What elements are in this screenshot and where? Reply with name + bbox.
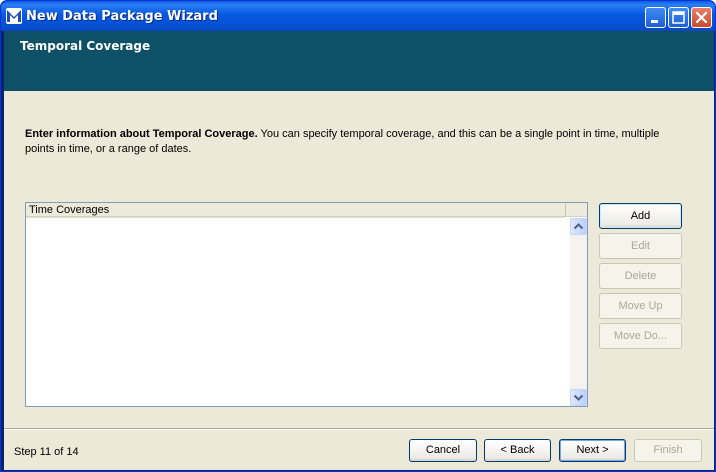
minimize-icon[interactable]	[645, 7, 666, 28]
delete-button[interactable]: Delete	[599, 263, 682, 289]
instructions-bold: Enter information about Temporal Coverag…	[25, 128, 258, 140]
finish-button[interactable]: Finish	[634, 439, 702, 462]
step-indicator: Step 11 of 14	[14, 446, 79, 458]
back-button[interactable]: < Back	[484, 439, 551, 462]
cancel-button[interactable]: Cancel	[409, 439, 477, 462]
table-body[interactable]	[26, 218, 570, 406]
add-button[interactable]: Add	[599, 203, 682, 229]
column-header-time-coverages[interactable]: Time Coverages	[26, 203, 566, 219]
title-bar[interactable]: New Data Package Wizard	[1, 1, 715, 31]
window-title: New Data Package Wizard	[26, 9, 218, 24]
step-header: Temporal Coverage	[4, 31, 714, 91]
vertical-scrollbar[interactable]	[570, 218, 587, 406]
move-up-button[interactable]: Move Up	[599, 293, 682, 319]
scroll-up-button[interactable]	[570, 218, 587, 235]
edit-button[interactable]: Edit	[599, 233, 682, 259]
wizard-client-area: Temporal Coverage Enter information abou…	[4, 31, 714, 470]
wizard-window: New Data Package Wizard Temporal Coverag…	[0, 0, 716, 472]
table-header: Time Coverages	[26, 203, 587, 219]
app-icon	[6, 8, 22, 24]
step-title: Temporal Coverage	[20, 39, 151, 53]
footer-separator	[4, 428, 714, 430]
maximize-icon[interactable]	[668, 7, 689, 28]
move-down-button[interactable]: Move Do...	[599, 323, 682, 349]
next-button[interactable]: Next >	[559, 439, 626, 462]
instructions: Enter information about Temporal Coverag…	[25, 127, 665, 157]
scroll-down-button[interactable]	[570, 389, 587, 406]
close-icon[interactable]	[691, 7, 712, 28]
time-coverages-table[interactable]: Time Coverages	[25, 202, 588, 407]
